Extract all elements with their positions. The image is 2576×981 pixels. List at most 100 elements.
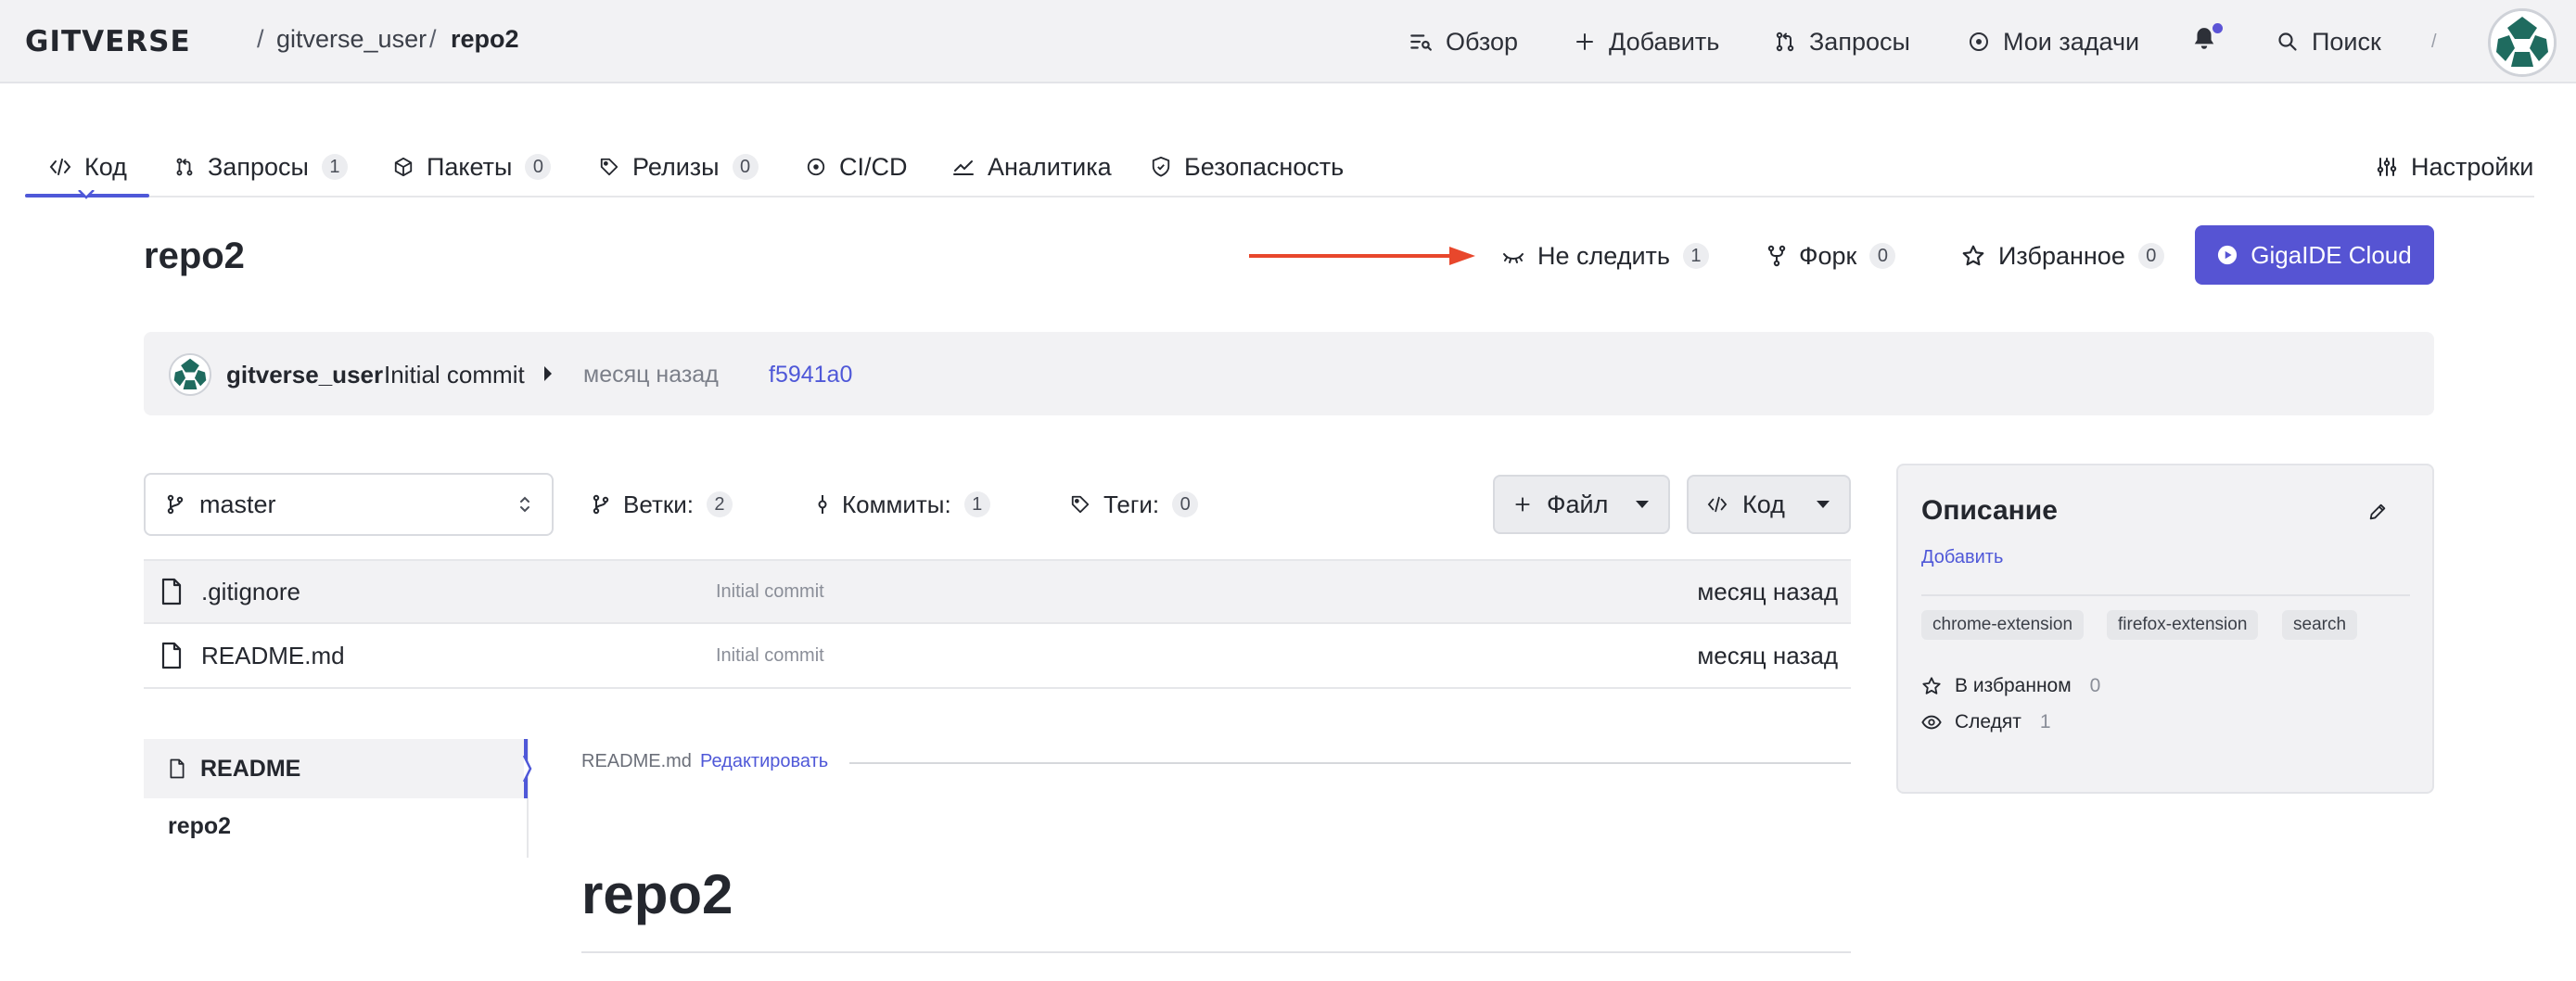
search-label: Поиск [2312,27,2381,56]
tab-settings[interactable]: Настройки [2376,150,2533,184]
readme-edit-link[interactable]: Редактировать [700,751,828,772]
file-row[interactable]: .gitignore Initial commit месяц назад [144,559,1851,624]
caret-down-icon [1816,500,1830,509]
tab-requests-label: Запросы [208,152,309,181]
branches-label: Ветки: [623,490,694,518]
breadcrumb-user[interactable]: gitverse_user [276,25,427,54]
chevron-updown-icon [518,495,531,514]
favorite-label: Избранное [1998,241,2125,270]
file-updated-time: месяц назад [1697,641,1838,669]
file-commit-message[interactable]: Initial commit [716,581,824,603]
description-title: Описание [1921,495,2058,526]
repo-title: repo2 [144,236,245,276]
tab-code[interactable]: Код [49,150,127,184]
commit-author-avatar[interactable] [169,353,211,396]
user-avatar[interactable] [2488,8,2557,77]
watchers-stat[interactable]: Следят 1 [1921,709,2051,735]
analytics-icon [952,157,975,177]
pencil-icon[interactable] [2367,502,2388,522]
code-dropdown-label: Код [1742,490,1785,518]
favorite-button[interactable]: Избранное 0 [1961,239,2164,273]
tab-packages[interactable]: Пакеты 0 [393,150,552,184]
tags-label: Теги: [1103,490,1160,518]
commit-author[interactable]: gitverse_user [226,361,383,389]
readme-header-rule [849,762,1851,764]
star-icon [1961,244,1985,268]
notification-dot [2213,23,2223,33]
gigaide-cloud-label: GigaIDE Cloud [2251,240,2412,269]
gitverse-logo[interactable]: GITVERSE [25,25,191,58]
favorite-count: 0 [2137,243,2164,269]
commits-label: Коммиты: [842,490,951,518]
breadcrumb-repo[interactable]: repo2 [451,25,519,54]
play-circle-icon [2217,245,2238,265]
branch-icon [592,494,610,515]
tab-releases-label: Релизы [632,152,720,181]
file-name[interactable]: .gitignore [201,578,300,606]
commit-hash-link[interactable]: f5941a0 [769,362,852,389]
nav-my-tasks[interactable]: Мои задачи [1968,26,2139,57]
commit-message[interactable]: Initial commit [384,361,525,389]
fork-button[interactable]: Форк 0 [1767,239,1896,273]
cicd-icon [806,157,826,177]
watchers-count: 1 [2039,711,2051,733]
search-button[interactable]: Поиск / [2276,26,2448,57]
tabs-divider [25,196,2534,197]
tab-analytics-label: Аналитика [988,152,1112,181]
branch-name: master [199,490,276,518]
active-tab-notch [78,190,95,199]
topic-tag[interactable]: search [2282,610,2358,640]
favorites-count: 0 [2089,675,2101,696]
file-icon [169,758,185,779]
nav-overview[interactable]: Обзор [1409,26,1518,57]
tab-security[interactable]: Безопасность [1151,150,1344,184]
file-name[interactable]: README.md [201,642,345,670]
topic-tag[interactable]: chrome-extension [1921,610,2085,640]
nav-requests-label: Запросы [1809,27,1910,56]
toc-item-readme[interactable]: README [144,739,527,798]
tab-analytics[interactable]: Аналитика [952,150,1112,184]
tab-settings-label: Настройки [2411,152,2534,181]
code-dropdown-button[interactable]: Код [1687,475,1851,534]
expand-commit-icon[interactable] [542,365,554,382]
file-row[interactable]: README.md Initial commit месяц назад [144,624,1851,689]
caret-down-icon [1635,500,1650,509]
unwatch-button[interactable]: Не следить 1 [1502,239,1709,273]
gigaide-cloud-button[interactable]: GigaIDE Cloud [2195,225,2434,285]
star-icon [1921,676,1942,696]
fork-count: 0 [1869,243,1896,269]
file-icon [160,578,183,605]
toc-item-repo2[interactable]: repo2 [168,813,231,840]
branches-link[interactable]: Ветки: 2 [592,488,733,521]
plus-icon [1513,495,1532,514]
tags-link[interactable]: Теги: 0 [1070,488,1199,521]
pull-request-icon [174,157,195,177]
tab-code-label: Код [84,152,127,181]
annotation-arrow [1249,247,1475,265]
topic-tag[interactable]: firefox-extension [2107,610,2259,640]
breadcrumb-separator: / [429,25,437,53]
nav-overview-label: Обзор [1446,27,1518,56]
add-file-button[interactable]: Файл [1493,475,1670,534]
settings-sliders-icon [2376,156,2398,178]
tab-requests[interactable]: Запросы 1 [174,150,348,184]
tab-releases-count: 0 [732,154,759,180]
branch-selector[interactable]: master [144,473,554,536]
tab-releases[interactable]: Релизы 0 [599,150,759,184]
code-icon [1707,495,1728,514]
favorites-stat[interactable]: В избранном 0 [1921,673,2100,699]
commit-icon [816,493,829,516]
file-commit-message[interactable]: Initial commit [716,645,824,667]
fork-icon [1767,245,1786,267]
tab-cicd-label: CI/CD [839,152,908,181]
commits-link[interactable]: Коммиты: 1 [816,488,990,521]
file-updated-time: месяц назад [1697,577,1838,605]
nav-add[interactable]: Добавить [1574,26,1719,57]
nav-my-tasks-label: Мои задачи [2003,27,2140,56]
description-add-link[interactable]: Добавить [1921,547,2003,568]
nav-requests[interactable]: Запросы [1774,26,1910,57]
add-file-label: Файл [1547,490,1609,518]
eye-icon [1921,714,1942,731]
tab-packages-label: Пакеты [427,152,513,181]
tab-cicd[interactable]: CI/CD [806,150,908,184]
